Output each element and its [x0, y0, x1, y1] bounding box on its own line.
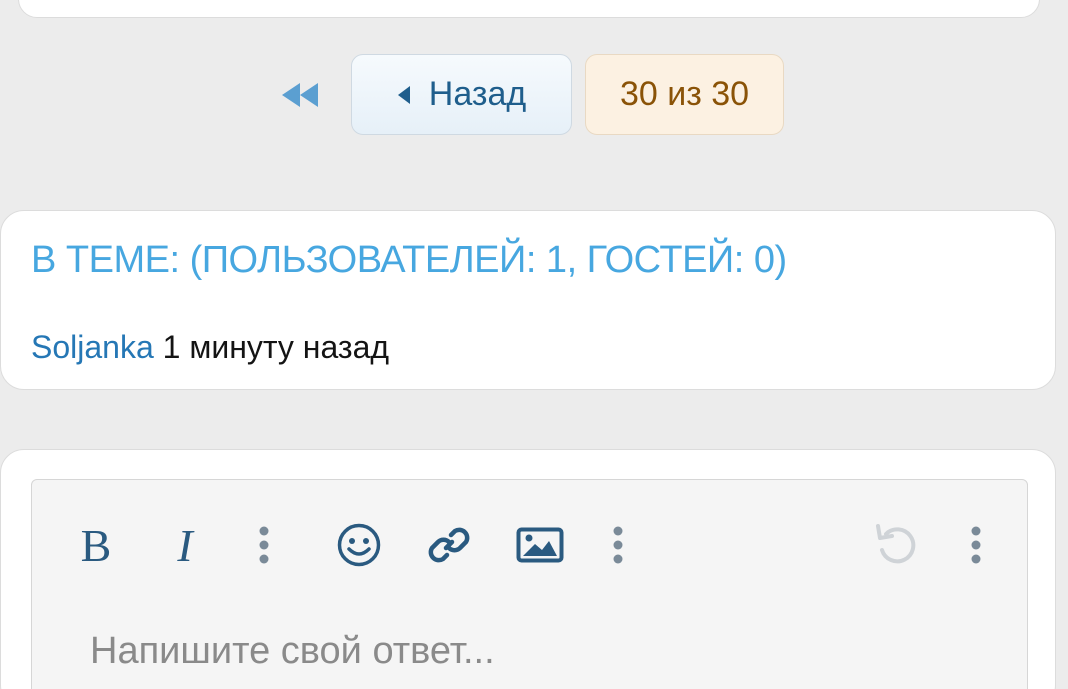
reply-input[interactable] — [90, 630, 990, 673]
emoji-button[interactable] — [334, 520, 384, 570]
undo-icon — [876, 524, 916, 564]
more-insert-button[interactable] — [606, 522, 630, 568]
page-counter-label: 30 из 30 — [619, 75, 750, 113]
caret-left-icon — [397, 85, 411, 105]
italic-label: I — [177, 519, 193, 571]
previous-page-label: Назад — [428, 75, 527, 113]
more-vertical-icon — [971, 526, 981, 564]
list-item: Soljanka 1 минуту назад — [31, 329, 389, 366]
more-vertical-icon — [613, 526, 623, 564]
user-last-seen: 1 минуту назад — [162, 329, 390, 365]
smiley-icon — [337, 523, 381, 567]
first-page-button[interactable] — [278, 78, 322, 112]
previous-post-card — [18, 0, 1040, 18]
double-chevron-left-icon — [282, 83, 318, 107]
bold-button[interactable]: B — [76, 519, 116, 571]
users-in-topic-title: В ТЕМЕ: (ПОЛЬЗОВАТЕЛЕЙ: 1, ГОСТЕЙ: 0) — [31, 239, 787, 281]
insert-link-button[interactable] — [424, 520, 474, 570]
more-options-button[interactable] — [964, 522, 988, 568]
undo-button[interactable] — [870, 518, 922, 570]
link-icon — [428, 527, 470, 563]
reply-editor: B I — [31, 479, 1028, 689]
image-icon — [516, 527, 564, 563]
page-counter: 30 из 30 — [585, 54, 784, 135]
more-vertical-icon — [259, 526, 269, 564]
user-link[interactable]: Soljanka — [31, 329, 154, 365]
bold-label: B — [80, 519, 112, 571]
users-in-topic-card: В ТЕМЕ: (ПОЛЬЗОВАТЕЛЕЙ: 1, ГОСТЕЙ: 0) So… — [0, 210, 1056, 390]
italic-button[interactable]: I — [165, 519, 205, 571]
insert-image-button[interactable] — [514, 520, 566, 570]
reply-card: B I — [0, 449, 1056, 689]
previous-page-button[interactable]: Назад — [351, 54, 572, 135]
more-formatting-button[interactable] — [252, 522, 276, 568]
page: Назад 30 из 30 В ТЕМЕ: (ПОЛЬЗОВАТЕЛЕЙ: 1… — [0, 0, 1068, 689]
